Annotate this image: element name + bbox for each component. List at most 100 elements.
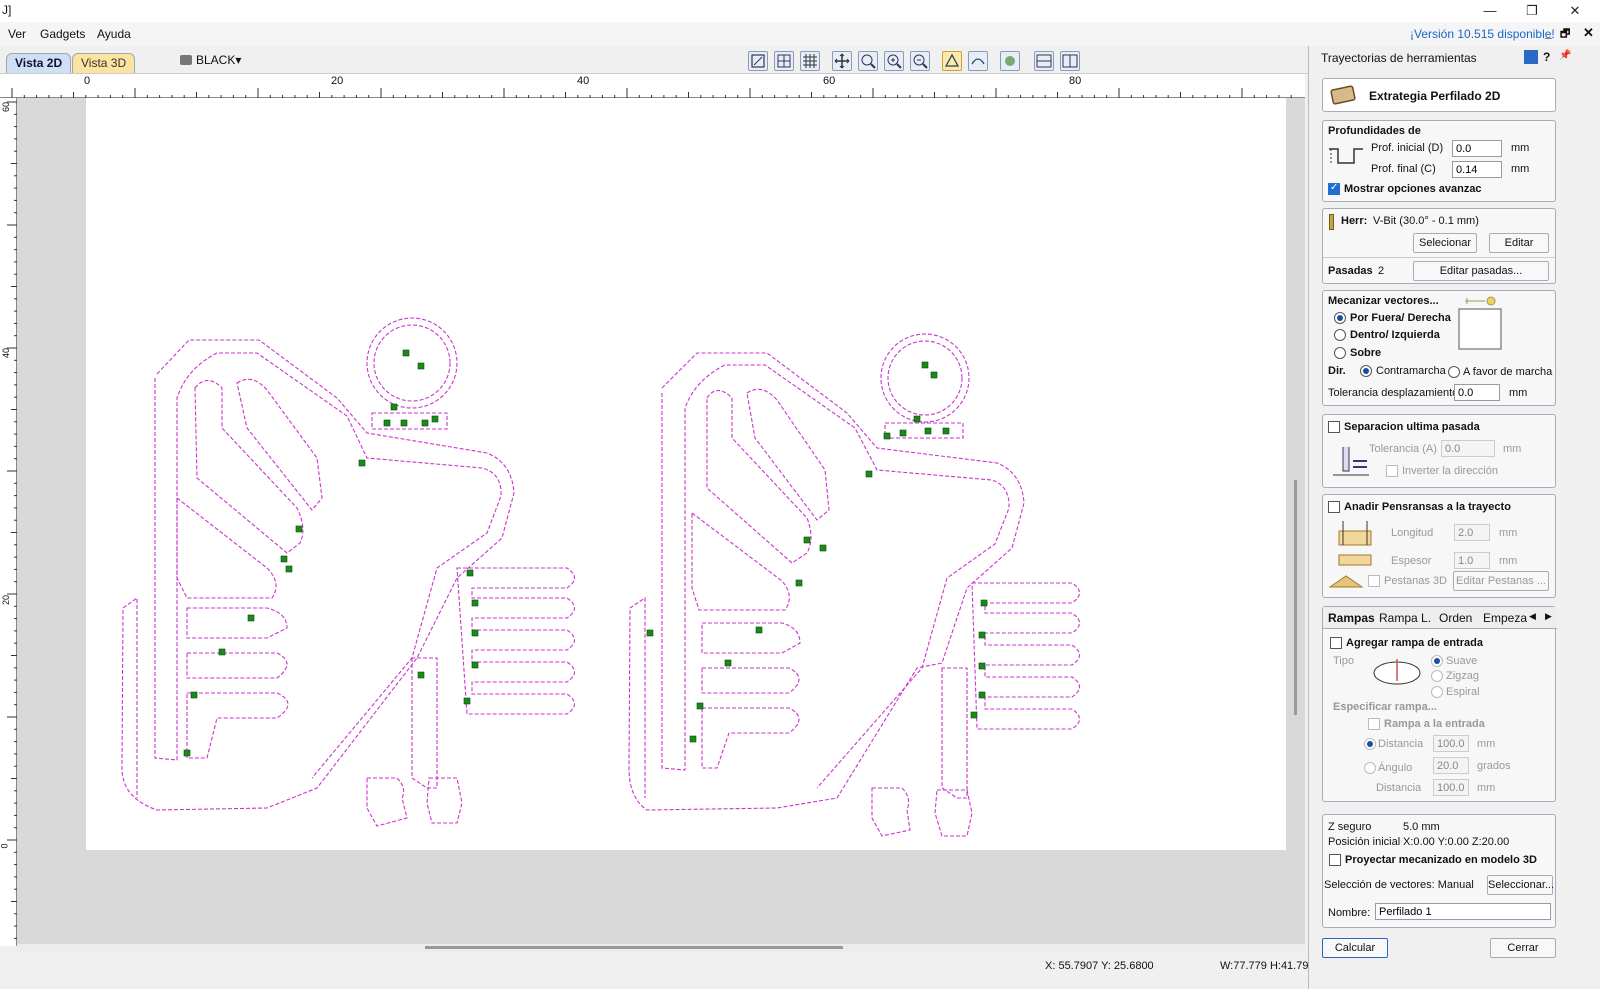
app-icon: J] [2,3,12,17]
tab-rampas[interactable]: Rampas [1328,611,1375,625]
ramp-spiral-radio[interactable] [1431,686,1443,698]
close-button[interactable]: ✕ [1555,0,1595,22]
ramp-entry-checkbox[interactable] [1368,718,1380,730]
add-ramp-checkbox[interactable] [1330,637,1342,649]
ramp-distance-radio[interactable] [1364,738,1376,750]
on-line-label: Sobre [1350,347,1382,359]
tool-icon [1329,214,1334,230]
mdi-minimize-button[interactable]: _ [1545,25,1552,40]
tab-length-input[interactable] [1454,524,1490,541]
last-pass-tolerance-input[interactable] [1441,440,1495,457]
show-model-icon[interactable] [1000,51,1020,71]
conventional-radio[interactable] [1448,366,1460,378]
tab-orden[interactable]: Orden [1439,611,1472,625]
climb-radio[interactable] [1360,365,1372,377]
ramp-distance2-label: Distancia [1376,782,1422,794]
zoom-box-icon[interactable] [858,51,878,71]
split-view-icon[interactable] [1034,51,1054,71]
edit-tabs-button[interactable]: Editar Pestanas ... [1453,571,1549,591]
machine-vectors-section: Mecanizar vectores... Por Fuera/ Derecha… [1322,290,1556,406]
pin-icon[interactable]: 📌 [1559,50,1571,61]
reverse-direction-checkbox[interactable] [1386,465,1398,477]
end-depth-input[interactable] [1452,161,1502,178]
tab-thickness-input[interactable] [1454,552,1490,569]
unit-label: mm [1511,163,1530,175]
pan-icon[interactable] [832,51,852,71]
select-vectors-button[interactable]: Seleccionar... [1487,875,1554,895]
ramp-zigzag-radio[interactable] [1431,670,1443,682]
zoom-extents-icon[interactable] [748,51,768,71]
tab-thickness-label: Espesor [1391,555,1432,567]
panel-dock-icon[interactable] [1524,50,1538,64]
inside-left-radio[interactable] [1334,329,1346,341]
project-toolpath-label: Proyectar mecanizado en modelo 3D [1345,854,1537,866]
ruler-label: 0 [0,843,10,849]
unit-label: mm [1477,782,1496,794]
advanced-options-label: Mostrar opciones avanzac [1344,183,1482,195]
snap-grid-icon[interactable] [774,51,794,71]
calculate-button[interactable]: Calcular [1322,938,1388,958]
zoom-out-icon[interactable] [910,51,930,71]
offset-tolerance-input[interactable] [1454,384,1500,401]
last-pass-tolerance-label: Tolerancia (A) [1369,443,1437,455]
vertical-scrollbar[interactable] [1294,480,1297,715]
ramp-smooth-radio[interactable] [1431,655,1443,667]
start-depth-label: Prof. inicial (D) [1371,142,1444,154]
tab-rampa-l[interactable]: Rampa L. [1379,611,1431,625]
ramp-distance2-input[interactable] [1433,779,1469,796]
toolpath-name-input[interactable] [1375,903,1551,920]
select-tool-button[interactable]: Selecionar [1413,233,1477,253]
tab-vista-2d[interactable]: Vista 2D [6,53,72,73]
tool-label: Herr: [1341,215,1368,227]
direction-label: Dir. [1328,365,1346,377]
ramp-angle-input[interactable] [1433,757,1469,774]
help-icon[interactable]: ? [1543,50,1550,64]
last-pass-checkbox[interactable] [1328,421,1340,433]
restore-button[interactable]: ❐ [1512,0,1552,22]
tab-empezar[interactable]: Empeza [1483,611,1527,625]
edit-passes-button[interactable]: Editar pasadas... [1413,261,1549,281]
name-label: Nombre: [1328,907,1371,919]
add-tabs-label: Anadir Pensransas a la trayecto [1344,501,1511,513]
chevron-left-icon[interactable]: ◀ [1529,611,1536,622]
ramp-distance-input[interactable] [1433,735,1469,752]
tab-vista-3d[interactable]: Vista 3D [72,53,136,73]
unit-label: mm [1503,443,1522,455]
scrollbar-thumb[interactable] [425,946,843,949]
tabs-3d-icon [1328,575,1364,588]
menu-ver[interactable]: Ver [8,27,26,41]
outside-right-radio[interactable] [1334,312,1346,324]
layer-dropdown[interactable]: BLACK▾ [180,53,241,67]
climb-label: Contramarcha [1376,365,1446,377]
tabs-3d-checkbox[interactable] [1368,575,1380,587]
ramp-angle-radio[interactable] [1364,762,1376,774]
depths-heading: Profundidades de [1328,125,1421,137]
safe-z-value: 5.0 mm [1403,821,1440,833]
menu-ayuda[interactable]: Ayuda [97,27,131,41]
edit-tool-button[interactable]: Editar [1489,233,1549,253]
zoom-in-icon[interactable] [884,51,904,71]
chevron-right-icon[interactable]: ▶ [1545,611,1552,622]
menu-gadgets[interactable]: Gadgets [40,27,85,41]
start-depth-input[interactable] [1452,140,1502,157]
toolpath-drawing[interactable] [17,98,1305,946]
update-link[interactable]: ¡Versión 10.515 disponible! [1410,27,1555,41]
add-tabs-section: Anadir Pensransas a la trayecto Longitud… [1322,494,1556,598]
mdi-restore-button[interactable]: 🗗 [1560,25,1570,44]
title-bar: J] — ❐ ✕ [0,0,1600,22]
advanced-options-checkbox[interactable] [1328,182,1340,195]
layout-icon[interactable] [1060,51,1080,71]
show-vectors-icon[interactable] [942,51,962,71]
project-toolpath-checkbox[interactable] [1329,854,1341,866]
mdi-close-button[interactable]: ✕ [1583,25,1594,41]
horizontal-scrollbar[interactable] [17,944,1305,952]
unit-label: mm [1511,142,1530,154]
on-line-radio[interactable] [1334,347,1346,359]
grid-icon[interactable] [800,51,820,71]
minimize-button[interactable]: — [1470,0,1510,22]
drawing-canvas[interactable] [17,98,1305,946]
add-tabs-checkbox[interactable] [1328,501,1340,513]
close-panel-button[interactable]: Cerrar [1490,938,1556,958]
show-toolpaths-icon[interactable] [968,51,988,71]
vertical-ruler: 60 40 20 0 [0,98,17,946]
